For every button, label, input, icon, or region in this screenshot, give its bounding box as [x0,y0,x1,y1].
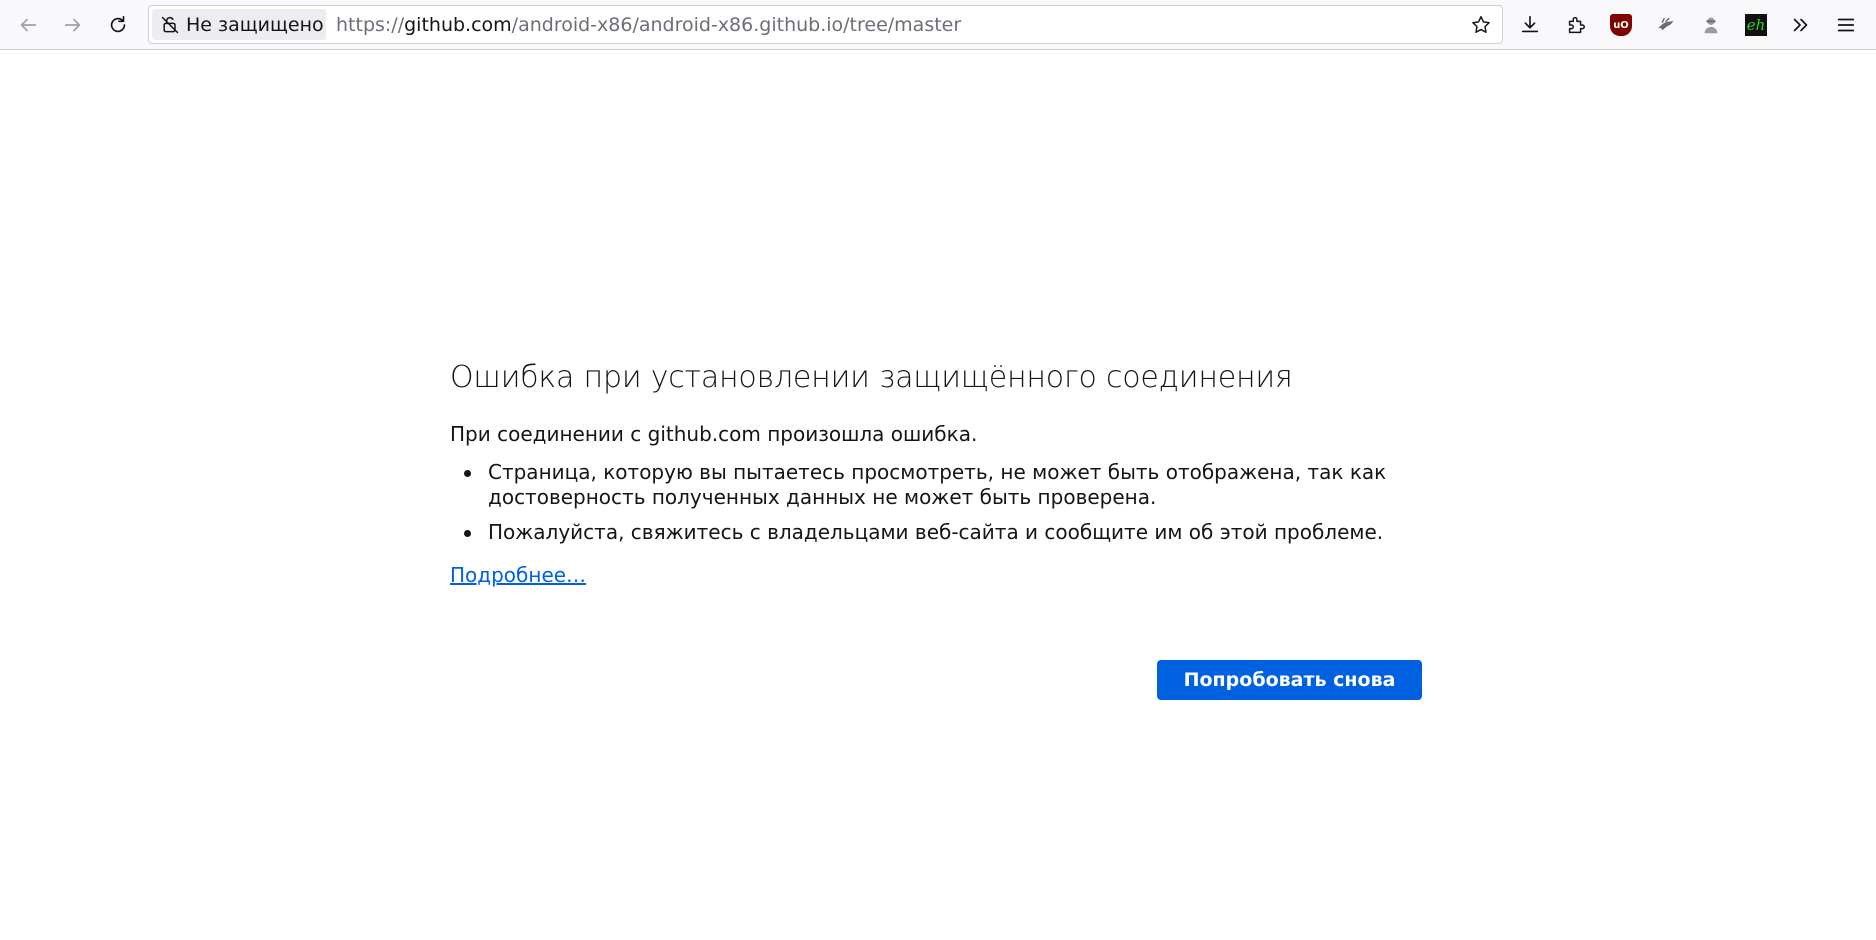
hamburger-menu-icon [1837,18,1855,32]
download-icon [1521,15,1539,33]
forward-button[interactable] [55,7,91,43]
spy-icon [1704,17,1718,34]
arrow-left-icon [20,18,37,32]
identity-label: Не защищено [186,13,324,36]
error-title: Ошибка при установлении защищённого соед… [450,360,1293,395]
learn-more-link[interactable]: Подробнее… [450,563,586,587]
bookmark-button[interactable] [1466,10,1496,40]
try-again-button[interactable]: Попробовать снова [1157,660,1422,700]
extensions-button[interactable] [1558,7,1594,43]
ublock-extension-button[interactable]: uO [1603,7,1639,43]
wireguard-extension-button[interactable] [1648,7,1684,43]
error-intro: При соединении с github.com произошла ош… [450,422,978,446]
error-reasons-list: Страница, которую вы пытаетесь просмотре… [450,460,1422,545]
downloads-button[interactable] [1512,7,1548,43]
error-reason-item: Пожалуйста, свяжитесь с владельцами веб-… [464,520,1388,545]
reload-button[interactable] [100,7,136,43]
star-icon [1472,16,1490,33]
puzzle-icon [1568,16,1585,34]
chevron-double-right-icon [1793,18,1808,32]
dragon-icon [1657,17,1674,31]
arrow-right-icon [64,18,81,32]
eh-icon: eh [1745,14,1767,36]
error-page: Ошибка при установлении защищённого соед… [450,360,1422,700]
spy-extension-button[interactable] [1693,7,1729,43]
site-identity-button[interactable]: Не защищено [152,9,326,40]
eh-extension-button[interactable]: eh [1738,7,1774,43]
url-host: github.com [404,13,512,36]
url-path: /android-x86/android-x86.github.io/tree/… [511,13,962,36]
error-reason-item: Страница, которую вы пытаетесь просмотре… [464,460,1387,509]
overflow-menu-button[interactable] [1783,7,1819,43]
insecure-lock-icon [161,16,179,33]
url-scheme: https:// [336,13,405,36]
back-button[interactable] [10,7,46,43]
app-menu-button[interactable] [1828,7,1864,43]
url-text[interactable]: https://github.com/android-x86/android-x… [336,6,961,43]
url-bar[interactable]: Не защищено https://github.com/android-x… [148,5,1503,44]
reload-icon [110,15,126,33]
ublock-icon: uO [1610,14,1632,36]
browser-toolbar: Не защищено https://github.com/android-x… [0,0,1876,50]
